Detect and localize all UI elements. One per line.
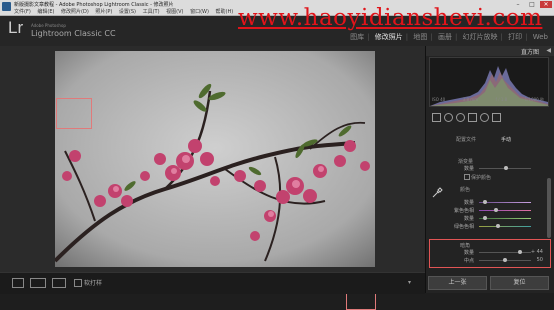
- photo-canvas[interactable]: [0, 46, 425, 310]
- tab-manual[interactable]: 手动: [501, 136, 511, 143]
- lens-correction-tabs: 配置文件 手动: [426, 134, 554, 144]
- right-panel: 直方图 ◀ ISO 40 3.8 mm f / 1.8 1/1000 秒 配置文…: [425, 46, 554, 293]
- green-hue-label: 绿色色相: [453, 224, 474, 230]
- camera-info: ISO 40 3.8 mm f / 1.8 1/1000 秒: [432, 97, 544, 103]
- menu-edit[interactable]: 编辑(E): [37, 9, 54, 15]
- iso-value: ISO 40: [432, 97, 446, 102]
- vignette-amount-value: + 44: [530, 249, 543, 255]
- module-print[interactable]: 打印: [508, 33, 522, 41]
- purple-hue-slider[interactable]: 紫色色相: [426, 207, 551, 214]
- adjustment-brush-icon[interactable]: [492, 113, 501, 122]
- purple-amount-knob[interactable]: [483, 200, 487, 204]
- vignette-midpoint-label: 中点: [463, 258, 474, 264]
- menu-photo[interactable]: 照片(P): [95, 9, 112, 15]
- graduated-filter-icon[interactable]: [468, 113, 477, 122]
- radial-filter-icon[interactable]: [480, 113, 489, 122]
- menu-develop[interactable]: 修改照片(D): [61, 9, 89, 15]
- histogram-header[interactable]: 直方图 ◀: [426, 46, 554, 56]
- section-fringe: 渐变量: [458, 159, 474, 165]
- vignette-amount-label: 数量: [463, 250, 474, 256]
- module-web[interactable]: Web: [533, 33, 548, 41]
- loupe-view-icon[interactable]: [12, 278, 24, 288]
- green-amount-slider[interactable]: 数量: [426, 215, 551, 222]
- soft-proof-label: 软打样: [84, 280, 103, 287]
- menu-tools[interactable]: 工具(T): [143, 9, 160, 15]
- vignette-midpoint-slider[interactable]: 中点 50: [426, 257, 551, 264]
- vignette-amount-knob[interactable]: [518, 250, 522, 254]
- green-amount-label: 数量: [463, 216, 474, 222]
- tool-strip: [430, 110, 548, 124]
- green-amount-knob[interactable]: [483, 216, 487, 220]
- panel-scrollbar[interactable]: [547, 178, 551, 238]
- menu-bar: 文件(F) 编辑(E) 修改照片(D) 照片(P) 设置(S) 工具(T) 视图…: [14, 8, 238, 15]
- collapse-arrow-icon[interactable]: ◀: [546, 47, 551, 54]
- purple-amount-label: 数量: [463, 200, 474, 206]
- purple-hue-label: 紫色色相: [453, 208, 474, 214]
- menu-settings[interactable]: 设置(S): [119, 9, 136, 15]
- vignette-amount-slider[interactable]: 数量 + 44: [426, 249, 551, 256]
- aperture: f / 1.8: [495, 97, 508, 102]
- spot-removal-icon[interactable]: [444, 113, 453, 122]
- module-library[interactable]: 图库: [350, 33, 364, 41]
- amount-label: 数量: [463, 166, 474, 172]
- toolbar-menu-icon[interactable]: ▾: [408, 279, 411, 286]
- vignette-midpoint-value: 50: [536, 257, 543, 263]
- product-name: Lightroom Classic CC: [31, 29, 116, 38]
- bottom-toolbar: 软打样 ▾: [0, 272, 425, 294]
- vignette-midpoint-knob[interactable]: [503, 258, 507, 262]
- module-map[interactable]: 地图: [413, 33, 427, 41]
- menu-file[interactable]: 文件(F): [14, 9, 31, 15]
- eyedropper-icon[interactable]: [431, 187, 443, 199]
- module-slideshow[interactable]: 幻灯片放映: [463, 33, 498, 41]
- green-hue-slider[interactable]: 绿色色相: [426, 223, 551, 230]
- focal-length: 3.8 mm: [462, 97, 479, 102]
- section-vignette: 暗角: [460, 243, 471, 249]
- section-color: 颜色: [460, 187, 471, 193]
- protect-color-label: 保护颜色: [471, 175, 492, 181]
- red-eye-icon[interactable]: [456, 113, 465, 122]
- amount-slider[interactable]: 数量: [426, 165, 551, 172]
- previous-button[interactable]: 上一张: [428, 276, 487, 290]
- tab-profile[interactable]: 配置文件: [456, 136, 476, 143]
- before-after-icon[interactable]: [30, 278, 46, 288]
- reset-button[interactable]: 复位: [490, 276, 549, 290]
- purple-hue-knob[interactable]: [494, 208, 498, 212]
- compare-view-icon[interactable]: [52, 278, 66, 288]
- shutter-speed: 1/1000 秒: [524, 97, 544, 102]
- module-book[interactable]: 画册: [438, 33, 452, 41]
- menu-view[interactable]: 视图(V): [166, 9, 183, 15]
- purple-amount-slider[interactable]: 数量: [426, 199, 551, 206]
- peach-blossom-photo[interactable]: [55, 51, 375, 267]
- app-icon: [2, 2, 11, 11]
- module-develop[interactable]: 修改照片: [375, 33, 403, 41]
- lr-logo: Lr: [8, 18, 24, 37]
- zoom-region-marker: [56, 98, 92, 129]
- histogram-title: 直方图: [520, 49, 539, 56]
- soft-proof-checkbox[interactable]: [74, 279, 82, 287]
- crop-tool-icon[interactable]: [432, 113, 441, 122]
- window-title: 新版摄影文章教程 - Adobe Photoshop Lightroom Cla…: [14, 2, 174, 8]
- module-picker: 图库 | 修改照片 | 地图 | 画册 | 幻灯片放映 | 打印 | Web: [350, 33, 548, 41]
- green-hue-knob[interactable]: [496, 224, 500, 228]
- amount-knob[interactable]: [504, 166, 508, 170]
- protect-color-checkbox[interactable]: [464, 174, 470, 180]
- menu-help[interactable]: 帮助(H): [216, 9, 234, 15]
- watermark: www.haoyidianshevi.com: [238, 5, 543, 31]
- company-name: Adobe Photoshop: [31, 23, 66, 28]
- menu-window[interactable]: 窗口(W): [190, 9, 209, 15]
